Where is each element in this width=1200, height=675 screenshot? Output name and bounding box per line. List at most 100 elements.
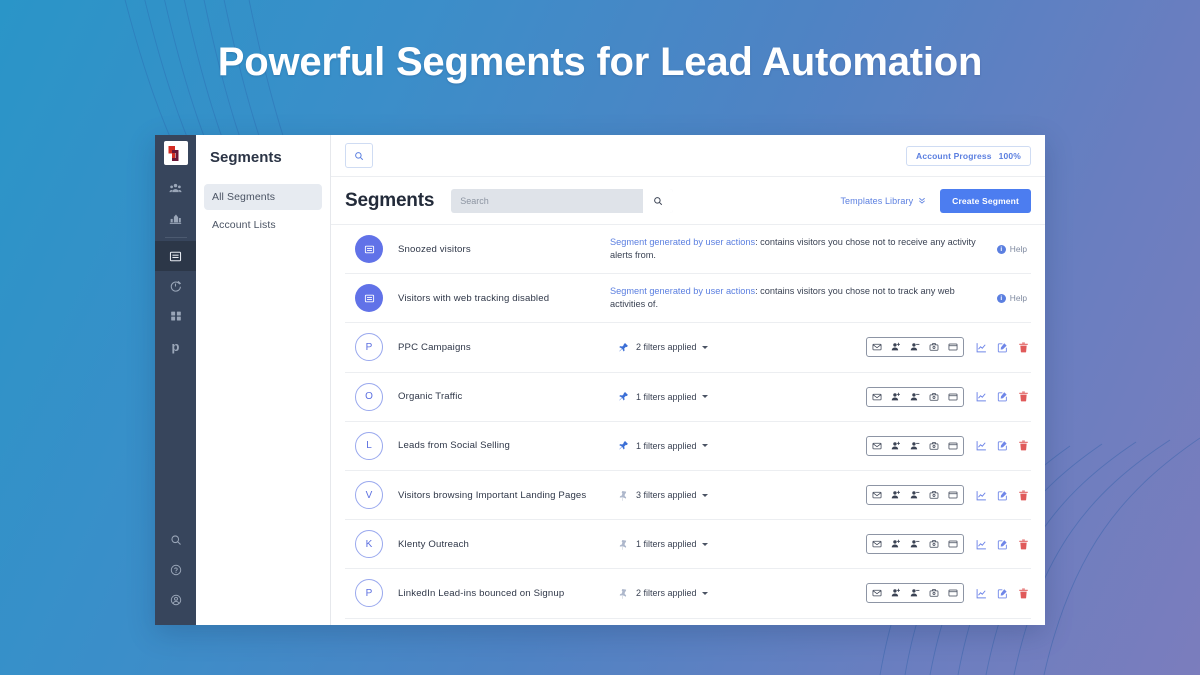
- delete-icon[interactable]: [1018, 342, 1029, 353]
- sidebar-item-apps[interactable]: [155, 301, 196, 331]
- add-person-icon[interactable]: [891, 588, 901, 598]
- add-person-icon[interactable]: [891, 490, 901, 500]
- analytics-icon[interactable]: [976, 490, 987, 501]
- filters-dropdown[interactable]: 3 filters applied: [636, 490, 756, 500]
- briefcase-icon[interactable]: [929, 588, 939, 598]
- add-person-icon[interactable]: [891, 539, 901, 549]
- row-action-group[interactable]: [866, 583, 964, 604]
- delete-icon[interactable]: [1018, 391, 1029, 402]
- add-person-icon[interactable]: [891, 342, 901, 352]
- row-action-group[interactable]: [866, 386, 964, 407]
- segment-description-link[interactable]: Segment generated by user actions: [610, 237, 755, 247]
- content-title: Segments: [345, 189, 435, 211]
- table-row[interactable]: K Klenty Outreach 1 filters applied: [345, 520, 1031, 570]
- analytics-icon[interactable]: [976, 391, 987, 402]
- briefcase-icon[interactable]: [929, 441, 939, 451]
- filters-dropdown[interactable]: 1 filters applied: [636, 392, 756, 402]
- pin-icon[interactable]: [610, 342, 636, 353]
- remove-person-icon[interactable]: [910, 588, 920, 598]
- edit-icon[interactable]: [997, 490, 1008, 501]
- delete-icon[interactable]: [1018, 588, 1029, 599]
- help-label: Help: [1009, 293, 1027, 304]
- topbar-search-button[interactable]: [345, 143, 373, 168]
- sidebar-item-account-lists[interactable]: Account Lists: [204, 212, 322, 238]
- search-icon[interactable]: [155, 525, 196, 555]
- window-icon[interactable]: [948, 342, 958, 352]
- window-icon[interactable]: [948, 588, 958, 598]
- table-row[interactable]: V Visitors browsing Important Landing Pa…: [345, 471, 1031, 521]
- remove-person-icon[interactable]: [910, 539, 920, 549]
- delete-icon[interactable]: [1018, 440, 1029, 451]
- row-action-group[interactable]: [866, 435, 964, 456]
- edit-icon[interactable]: [997, 391, 1008, 402]
- filters-dropdown[interactable]: 1 filters applied: [636, 539, 756, 549]
- app-logo[interactable]: [163, 141, 188, 165]
- table-row[interactable]: O Organic Traffic 1 filters applied: [345, 373, 1031, 422]
- pin-icon[interactable]: [610, 440, 636, 451]
- edit-icon[interactable]: [997, 539, 1008, 550]
- row-action-group[interactable]: [866, 534, 964, 555]
- pin-icon[interactable]: [610, 391, 636, 402]
- account-progress-badge[interactable]: Account Progress 100%: [906, 145, 1031, 166]
- remove-person-icon[interactable]: [910, 342, 920, 352]
- window-icon[interactable]: [948, 539, 958, 549]
- edit-icon[interactable]: [997, 342, 1008, 353]
- remove-person-icon[interactable]: [910, 392, 920, 402]
- table-row[interactable]: P LinkedIn Lead-ins bounced on Signup 2 …: [345, 569, 1031, 619]
- filters-dropdown[interactable]: 2 filters applied: [636, 342, 756, 352]
- add-person-icon[interactable]: [891, 441, 901, 451]
- sidebar-item-reports[interactable]: [155, 203, 196, 233]
- sidebar-item-audience[interactable]: [155, 173, 196, 203]
- search-field[interactable]: [451, 188, 674, 213]
- sidebar-item-segments[interactable]: [155, 241, 196, 271]
- analytics-icon[interactable]: [976, 440, 987, 451]
- window-icon[interactable]: [948, 441, 958, 451]
- row-action-group[interactable]: [866, 485, 964, 506]
- sidebar-item-all-segments[interactable]: All Segments: [204, 184, 322, 210]
- analytics-icon[interactable]: [976, 539, 987, 550]
- row-action-group[interactable]: [866, 337, 964, 358]
- help-link[interactable]: i Help: [996, 293, 1031, 304]
- remove-person-icon[interactable]: [910, 441, 920, 451]
- table-row[interactable]: P PPC Campaigns 2 filters applied: [345, 323, 1031, 373]
- pin-icon[interactable]: [610, 539, 636, 550]
- account-icon[interactable]: [155, 585, 196, 615]
- filters-dropdown[interactable]: 1 filters applied: [636, 441, 756, 451]
- search-input[interactable]: [451, 195, 644, 206]
- window-icon[interactable]: [948, 392, 958, 402]
- email-icon[interactable]: [872, 490, 882, 500]
- table-row[interactable]: Visitors with web tracking disabled Segm…: [345, 274, 1031, 324]
- email-icon[interactable]: [872, 588, 882, 598]
- sidebar-item-prospect[interactable]: p: [155, 331, 196, 361]
- add-person-icon[interactable]: [891, 392, 901, 402]
- create-segment-button[interactable]: Create Segment: [940, 188, 1031, 213]
- filters-dropdown[interactable]: 2 filters applied: [636, 588, 756, 598]
- edit-icon[interactable]: [997, 440, 1008, 451]
- delete-icon[interactable]: [1018, 539, 1029, 550]
- analytics-icon[interactable]: [976, 588, 987, 599]
- email-icon[interactable]: [872, 392, 882, 402]
- delete-icon[interactable]: [1018, 490, 1029, 501]
- edit-icon[interactable]: [997, 588, 1008, 599]
- pin-icon[interactable]: [610, 588, 636, 599]
- table-row[interactable]: Snoozed visitors Segment generated by us…: [345, 225, 1031, 275]
- search-submit-button[interactable]: [643, 188, 674, 213]
- table-row[interactable]: L Leads from Social Selling 1 filters ap…: [345, 422, 1031, 471]
- remove-person-icon[interactable]: [910, 490, 920, 500]
- sidebar-item-automation[interactable]: [155, 271, 196, 301]
- segment-description-link[interactable]: Segment generated by user actions: [610, 286, 755, 296]
- briefcase-icon[interactable]: [929, 539, 939, 549]
- window-icon[interactable]: [948, 490, 958, 500]
- briefcase-icon[interactable]: [929, 342, 939, 352]
- analytics-icon[interactable]: [976, 342, 987, 353]
- help-link[interactable]: i Help: [996, 244, 1031, 254]
- templates-library-link[interactable]: Templates Library: [840, 196, 926, 206]
- help-icon[interactable]: [155, 555, 196, 585]
- email-icon[interactable]: [872, 539, 882, 549]
- briefcase-icon[interactable]: [929, 392, 939, 402]
- pin-icon[interactable]: [610, 490, 636, 501]
- briefcase-icon[interactable]: [929, 490, 939, 500]
- segment-name: Klenty Outreach: [398, 538, 470, 550]
- email-icon[interactable]: [872, 441, 882, 451]
- email-icon[interactable]: [872, 342, 882, 352]
